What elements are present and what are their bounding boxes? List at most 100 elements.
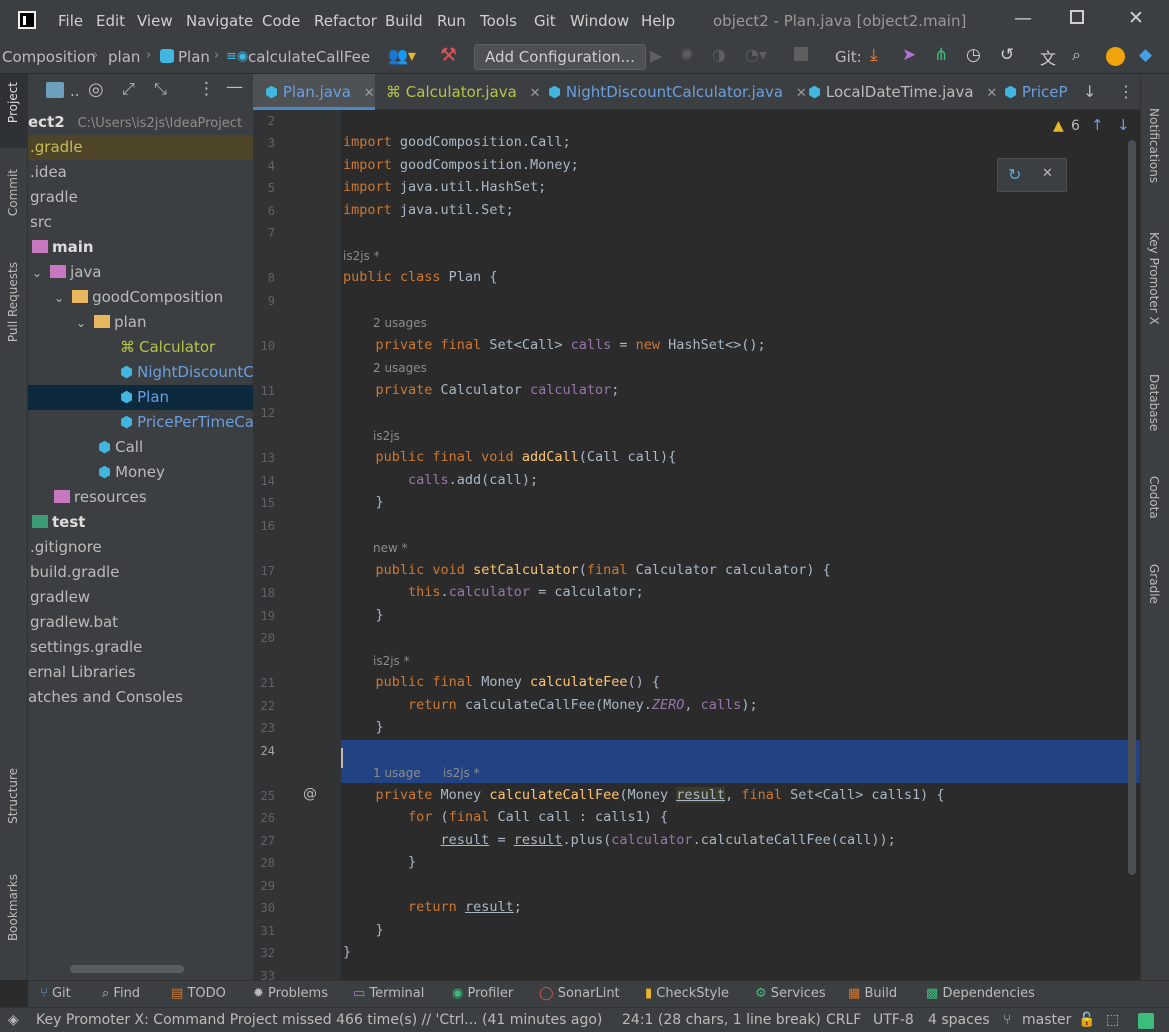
tree-item[interactable]: ⌄ plan (28, 310, 253, 335)
prev-highlight-icon[interactable]: ↑ (1091, 116, 1104, 134)
menu-refactor[interactable]: Refactor (314, 12, 377, 30)
tab-nightdiscountcalculator-java[interactable]: ⬢ NightDiscountCalculator.java ✕ (540, 74, 807, 110)
menu-tools[interactable]: Tools (480, 12, 517, 30)
tree-item[interactable]: gradle (28, 185, 253, 210)
target-icon[interactable]: ◎ (88, 79, 104, 100)
codota-tool-button[interactable]: Codota (1147, 476, 1161, 519)
vertical-scrollbar[interactable] (1128, 140, 1136, 875)
author-hint[interactable]: is2js (373, 429, 400, 443)
checkstyle-tool-window[interactable]: ▮ CheckStyle (645, 986, 729, 1001)
tree-item[interactable]: ⬢ Call (28, 435, 253, 460)
translate-icon[interactable]: 文 (1040, 45, 1056, 69)
options-icon[interactable]: ⋮ (198, 79, 215, 99)
structure-tool-button[interactable]: Structure (6, 768, 20, 824)
tree-item[interactable]: ⬢ NightDiscountC (28, 360, 253, 385)
tab-pricepertime[interactable]: ⬢ PriceP (996, 74, 1076, 110)
history-icon[interactable]: ◷ (966, 45, 981, 65)
chevron-down-icon[interactable]: ⌄ (76, 316, 86, 330)
git-commit-icon[interactable]: ⋔ (934, 45, 948, 65)
tree-item[interactable]: ⬢ Plan (28, 385, 253, 410)
folder-icon[interactable] (46, 82, 64, 98)
collapse-all-icon[interactable]: ⤡ (154, 79, 167, 99)
tree-item[interactable]: .idea (28, 160, 253, 185)
codota-status-icon[interactable] (1138, 1013, 1154, 1029)
maximize-icon[interactable] (1070, 10, 1084, 24)
close-popup-icon[interactable]: ✕ (1042, 166, 1053, 181)
tree-item[interactable]: ⬢ PricePerTimeCal (28, 410, 253, 435)
close-tab-icon[interactable]: ✕ (364, 86, 375, 101)
menu-view[interactable]: View (137, 12, 173, 30)
terminal-tool-window[interactable]: ▭ Terminal (353, 986, 424, 1001)
breadcrumb-method[interactable]: calculateCallFee (248, 48, 370, 66)
problems-tool-window[interactable]: ✹ Problems (253, 986, 328, 1001)
usages-hint[interactable]: 2 usages (373, 316, 427, 330)
tree-item[interactable]: src (28, 210, 253, 235)
tree-item[interactable]: test (28, 510, 253, 535)
author-hint[interactable]: is2js * (343, 249, 380, 263)
code-editor[interactable]: 2 3 4 5 6 7 8 9 10 11 12 13 14 15 16 17 … (253, 110, 1140, 980)
status-message[interactable]: Key Promoter X: Command Project missed 4… (36, 1012, 602, 1028)
tree-item[interactable]: main (28, 235, 253, 260)
menu-code[interactable]: Code (262, 12, 300, 30)
rollback-icon[interactable]: ↺ (1000, 45, 1014, 65)
tab-calculator-java[interactable]: ⌘ Calculator.java ✕ (378, 74, 540, 110)
tab-localdatetime-java[interactable]: ⬢ LocalDateTime.java ✕ (800, 74, 997, 110)
breadcrumb-composition[interactable]: Composition (2, 48, 96, 66)
next-highlight-icon[interactable]: ↓ (1117, 116, 1130, 134)
tree-root[interactable]: ect2 C:\Users\is2js\IdeaProject (28, 110, 253, 135)
project-tool-button[interactable]: Project (6, 82, 20, 123)
tree-item[interactable]: build.gradle (28, 560, 253, 585)
author-hint[interactable]: is2js * (443, 766, 480, 780)
memory-indicator-icon[interactable]: ⬚ (1106, 1012, 1119, 1028)
tree-item[interactable]: .gitignore (28, 535, 253, 560)
git-tool-window[interactable]: ⑂ Git (40, 986, 71, 1001)
key-promoter-tool-button[interactable]: Key Promoter X (1147, 232, 1161, 325)
git-push-icon[interactable]: ➤ (902, 45, 916, 65)
gradle-tool-button[interactable]: Gradle (1147, 564, 1161, 604)
git-branch[interactable]: master (1022, 1012, 1071, 1028)
breadcrumb-plan-class[interactable]: Plan (178, 48, 210, 66)
lock-icon[interactable]: 🔓 (1078, 1012, 1095, 1028)
coverage-icon[interactable]: ◑ (712, 45, 726, 64)
usages-hint[interactable]: 1 usage (373, 766, 421, 780)
menu-git[interactable]: Git (534, 12, 556, 30)
menu-navigate[interactable]: Navigate (186, 12, 253, 30)
menu-edit[interactable]: Edit (96, 12, 125, 30)
database-tool-button[interactable]: Database (1147, 374, 1161, 431)
more-tabs-icon[interactable]: ⋮ (1118, 82, 1134, 101)
expand-all-icon[interactable]: ⤢ (122, 79, 135, 99)
ide-services-icon[interactable]: ◆ (1139, 45, 1152, 65)
override-marker-icon[interactable]: @ (303, 786, 317, 802)
tree-item[interactable]: atches and Consoles (28, 685, 253, 710)
chevron-down-icon[interactable]: ⌄ (32, 266, 42, 280)
author-hint[interactable]: is2js * (373, 654, 410, 668)
hammer-icon[interactable]: ⚒ (440, 44, 457, 66)
caret-position[interactable]: 24:1 (28 chars, 1 line break) (622, 1012, 821, 1028)
tree-item[interactable]: settings.gradle (28, 635, 253, 660)
close-tab-icon[interactable]: ✕ (530, 86, 541, 101)
search-icon[interactable]: ⌕ (1072, 45, 1081, 65)
menu-run[interactable]: Run (437, 12, 466, 30)
chevron-down-icon[interactable]: ⌄ (54, 291, 64, 305)
todo-tool-window[interactable]: ▤ TODO (171, 986, 226, 1001)
tree-item[interactable]: resources (28, 485, 253, 510)
breadcrumb-plan-package[interactable]: plan (108, 48, 140, 66)
dependencies-tool-window[interactable]: ▩ Dependencies (926, 986, 1035, 1001)
services-tool-window[interactable]: ⚙ Services (755, 986, 826, 1001)
hide-panel-icon[interactable]: — (226, 77, 243, 97)
find-tool-window[interactable]: ⌕ Find (102, 986, 140, 1001)
horizontal-scrollbar[interactable] (70, 965, 184, 973)
stop-icon[interactable] (794, 47, 808, 61)
menu-file[interactable]: File (58, 12, 83, 30)
tree-item[interactable]: ⬢ Money (28, 460, 253, 485)
tree-item[interactable]: gradlew.bat (28, 610, 253, 635)
warning-count[interactable]: 6 (1071, 118, 1080, 134)
author-hint[interactable]: new * (373, 541, 408, 555)
menu-help[interactable]: Help (641, 12, 675, 30)
gradle-reload-icon[interactable]: ↻ (1008, 165, 1021, 184)
arrow-down-icon[interactable]: ↓ (1083, 82, 1096, 101)
commit-tool-button[interactable]: Commit (6, 169, 20, 216)
tab-plan-java[interactable]: ⬢ Plan.java ✕ (253, 74, 375, 110)
profile-icon[interactable]: ◔▾ (745, 45, 767, 64)
file-encoding[interactable]: UTF-8 (873, 1012, 914, 1028)
